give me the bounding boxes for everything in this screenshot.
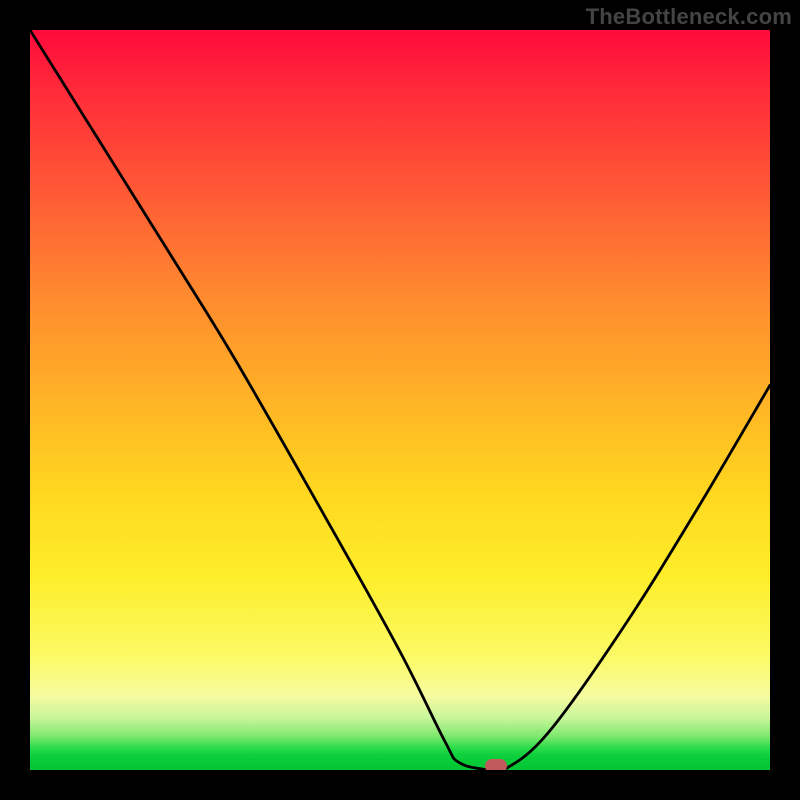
optimum-marker <box>485 759 507 770</box>
chart-frame: TheBottleneck.com <box>0 0 800 800</box>
watermark-text: TheBottleneck.com <box>586 4 792 30</box>
plot-area <box>30 30 770 770</box>
chart-svg <box>30 30 770 770</box>
bottleneck-curve <box>30 30 770 770</box>
